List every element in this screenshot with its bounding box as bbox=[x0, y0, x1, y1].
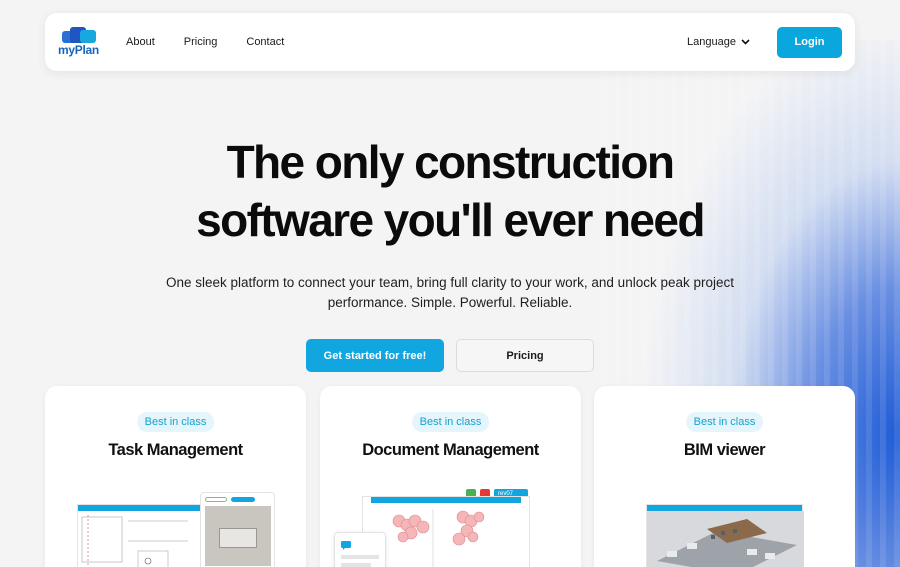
floorplan-drawing bbox=[81, 515, 188, 567]
hero-title: The only construction software you'll ev… bbox=[0, 133, 900, 249]
best-in-class-badge: Best in class bbox=[685, 412, 764, 432]
best-in-class-badge: Best in class bbox=[136, 412, 215, 432]
comment-panel bbox=[334, 532, 386, 567]
comment-line bbox=[341, 555, 379, 559]
myplan-logo[interactable]: myPlan bbox=[58, 25, 104, 59]
ceiling-photo bbox=[205, 506, 271, 566]
feature-title: Document Management bbox=[362, 441, 539, 459]
bim-model-mockup bbox=[646, 504, 804, 567]
login-button[interactable]: Login bbox=[777, 26, 842, 58]
logo-mark-icon bbox=[62, 27, 96, 43]
feature-title: Task Management bbox=[108, 441, 243, 459]
category-tag bbox=[231, 497, 255, 502]
ac-unit-shape bbox=[219, 528, 257, 548]
bim-3d-model bbox=[647, 511, 804, 567]
hero-title-line-2: software you'll ever need bbox=[196, 194, 705, 246]
comment-line bbox=[341, 563, 371, 567]
document-plan-mockup bbox=[362, 496, 530, 567]
feature-title: BIM viewer bbox=[683, 441, 766, 459]
hero-title-line-1: The only construction bbox=[226, 136, 675, 188]
best-in-class-badge: Best in class bbox=[411, 412, 490, 432]
nav-link-about[interactable]: About bbox=[126, 36, 155, 48]
comment-icon bbox=[341, 541, 351, 550]
language-selector[interactable]: Language bbox=[687, 36, 750, 48]
feature-card-task-management[interactable]: Best in class Task Management bbox=[45, 386, 306, 567]
nav-link-pricing[interactable]: Pricing bbox=[184, 36, 218, 48]
feature-card-document-management[interactable]: Best in class Document Management rev07 bbox=[320, 386, 581, 567]
chevron-down-icon bbox=[741, 39, 750, 45]
task-plan-mockup bbox=[77, 504, 202, 567]
get-started-button[interactable]: Get started for free! bbox=[306, 339, 444, 372]
nav-link-contact[interactable]: Contact bbox=[246, 36, 284, 48]
pricing-button[interactable]: Pricing bbox=[456, 339, 594, 372]
markup-drawing bbox=[392, 509, 485, 567]
feature-card-bim-viewer[interactable]: Best in class BIM viewer bbox=[594, 386, 855, 567]
logo-text: myPlan bbox=[58, 43, 99, 57]
top-navbar: myPlan About Pricing Contact Language Lo… bbox=[45, 13, 855, 71]
task-photo-card bbox=[200, 492, 275, 567]
hero-subtitle: One sleek platform to connect your team,… bbox=[165, 275, 735, 310]
status-tag bbox=[205, 497, 227, 502]
language-label: Language bbox=[687, 36, 736, 48]
